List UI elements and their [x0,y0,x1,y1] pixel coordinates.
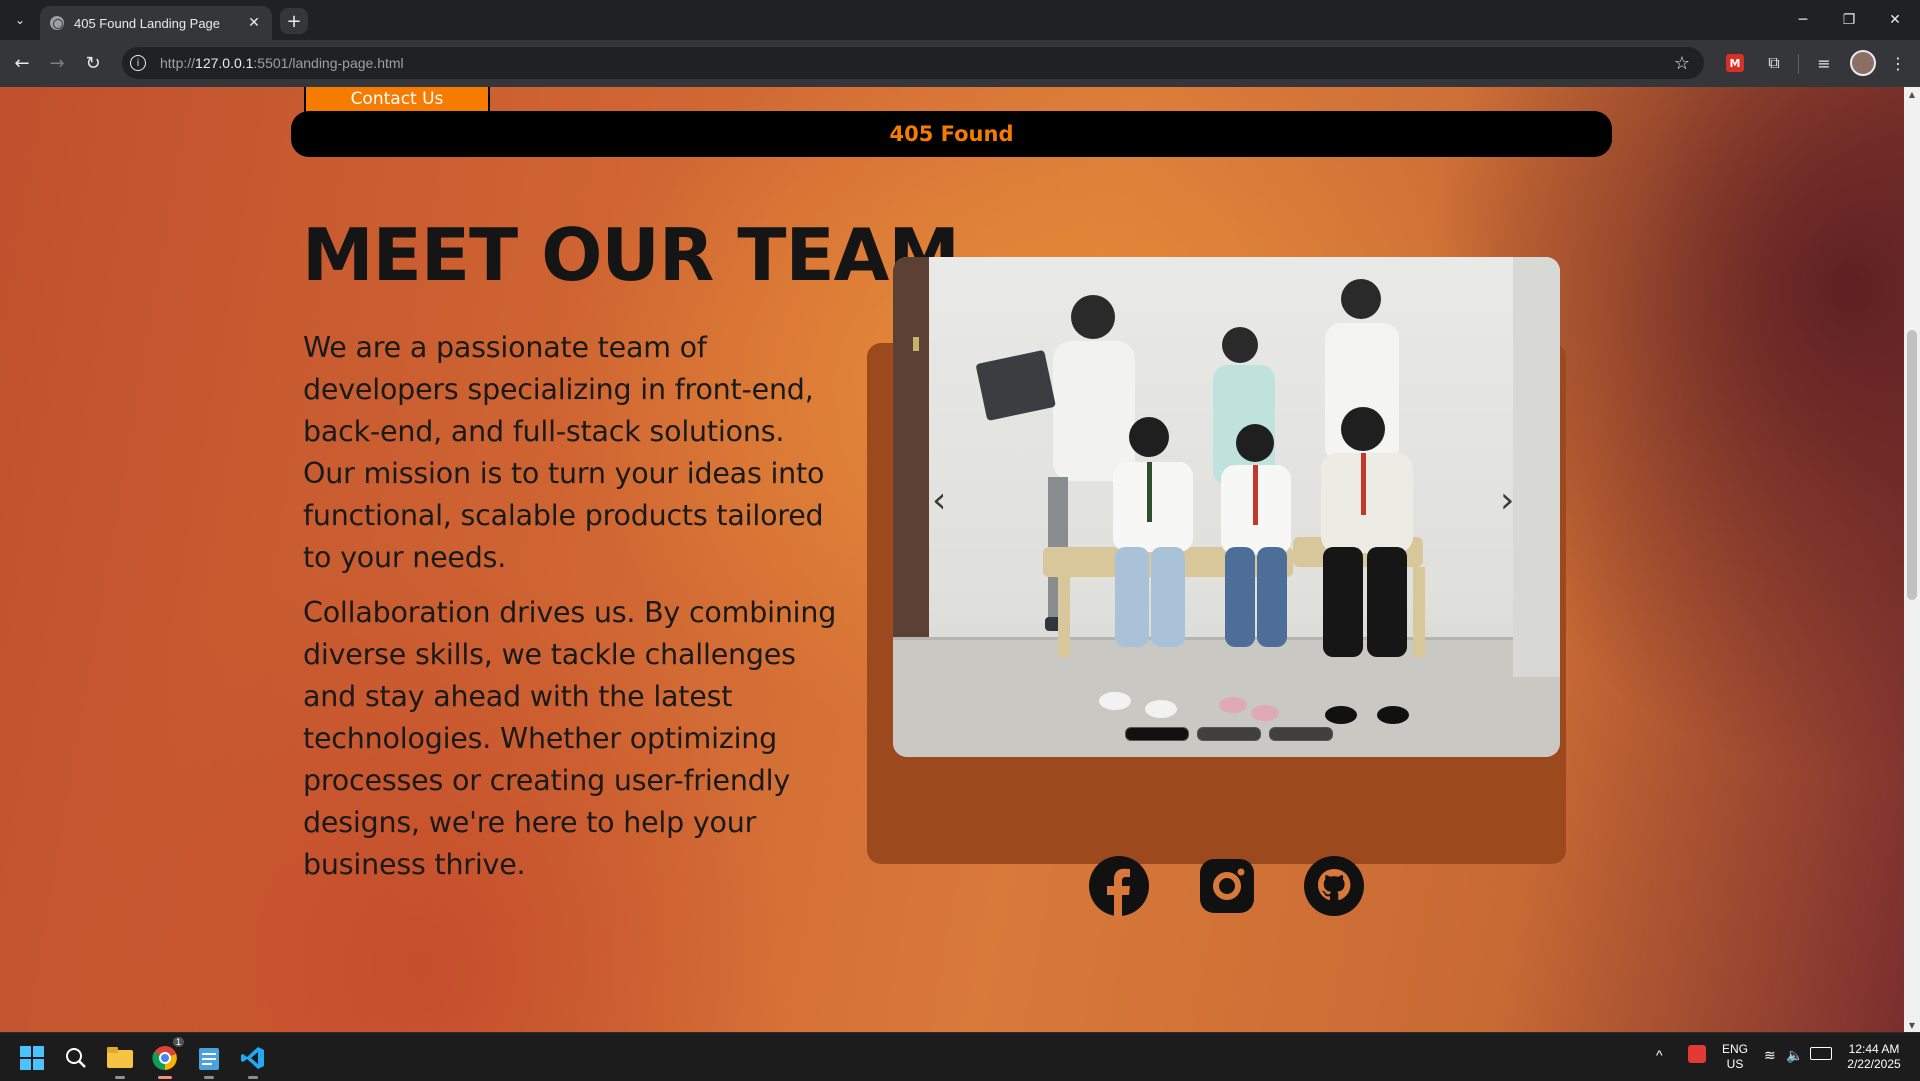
team-paragraph-2: Collaboration drives us. By combining di… [303,596,837,881]
running-indicator [248,1076,258,1079]
address-bar[interactable]: i http://127.0.0.1:5501/landing-page.htm… [122,47,1704,79]
taskbar: 1 ^ ENG US ≋ 🔈 12:44 AM 2/22/2025 [0,1032,1920,1081]
language-indicator[interactable]: ENG US [1722,1042,1748,1072]
facebook-icon[interactable] [1088,855,1150,917]
team-photo [893,257,1560,757]
active-indicator [158,1076,172,1079]
battery-icon[interactable] [1810,1047,1832,1060]
team-paragraph-1: We are a passionate team of developers s… [303,331,825,574]
volume-icon[interactable]: 🔈 [1786,1047,1803,1064]
carousel-indicator[interactable] [1197,727,1261,741]
notification-badge: 1 [172,1037,184,1047]
page-title: MEET OUR TEAM [302,213,960,297]
scrollbar-thumb[interactable] [1907,330,1917,600]
forward-icon[interactable]: → [43,49,71,77]
close-tab-icon[interactable]: ✕ [246,15,262,31]
search-icon[interactable] [59,1041,93,1075]
brand-bar: 405 Found [291,111,1612,157]
running-indicator [115,1076,125,1079]
vscode-icon[interactable] [236,1041,270,1079]
new-tab-button[interactable]: + [280,8,308,34]
running-indicator [204,1076,214,1079]
wifi-icon[interactable]: ≋ [1764,1047,1776,1064]
extensions-puzzle-icon[interactable]: ⧉ [1762,51,1786,75]
carousel-indicator[interactable] [1269,727,1333,741]
globe-icon [50,16,64,30]
media-control-icon[interactable]: ≡ [1812,51,1836,75]
scroll-up-icon[interactable]: ▲ [1904,87,1920,101]
carousel-prev-icon[interactable]: ‹ [932,480,946,521]
back-icon[interactable]: ← [8,49,36,77]
windows-start-icon[interactable] [15,1041,49,1075]
page-scrollbar[interactable]: ▲ ▼ [1904,87,1920,1032]
github-icon[interactable] [1303,855,1365,917]
close-window-icon[interactable]: ✕ [1872,0,1918,40]
scroll-down-icon[interactable]: ▼ [1904,1018,1920,1032]
extension-icon[interactable]: M [1726,54,1744,72]
bookmark-star-icon[interactable]: ☆ [1674,53,1690,74]
tab-title: 405 Found Landing Page [74,15,221,31]
file-explorer-icon[interactable] [103,1041,137,1079]
carousel-indicator[interactable] [1125,727,1189,741]
tab-strip: ⌄ 405 Found Landing Page ✕ + ─ ❐ ✕ [0,0,1920,40]
tray-app-icon[interactable] [1688,1045,1706,1063]
clock[interactable]: 12:44 AM 2/22/2025 [1838,1042,1910,1072]
browser-tab[interactable]: 405 Found Landing Page ✕ [40,6,272,40]
carousel-indicators [1125,727,1333,741]
carousel-next-icon[interactable]: › [1500,480,1514,521]
show-hidden-icons-icon[interactable]: ^ [1656,1047,1663,1063]
profile-avatar[interactable] [1850,50,1876,76]
instagram-icon[interactable] [1196,855,1258,917]
url-text: http://127.0.0.1:5501/landing-page.html [160,55,404,71]
chrome-icon[interactable]: 1 [148,1037,184,1079]
notepad-icon[interactable] [192,1041,226,1079]
site-info-icon[interactable]: i [130,55,146,71]
restore-icon[interactable]: ❐ [1826,0,1872,40]
tab-search-icon[interactable]: ⌄ [8,8,32,32]
minimize-icon[interactable]: ─ [1780,0,1826,40]
menu-kebab-icon[interactable]: ⋮ [1886,51,1910,75]
reload-icon[interactable]: ↻ [79,49,107,77]
toolbar-divider [1798,54,1799,74]
